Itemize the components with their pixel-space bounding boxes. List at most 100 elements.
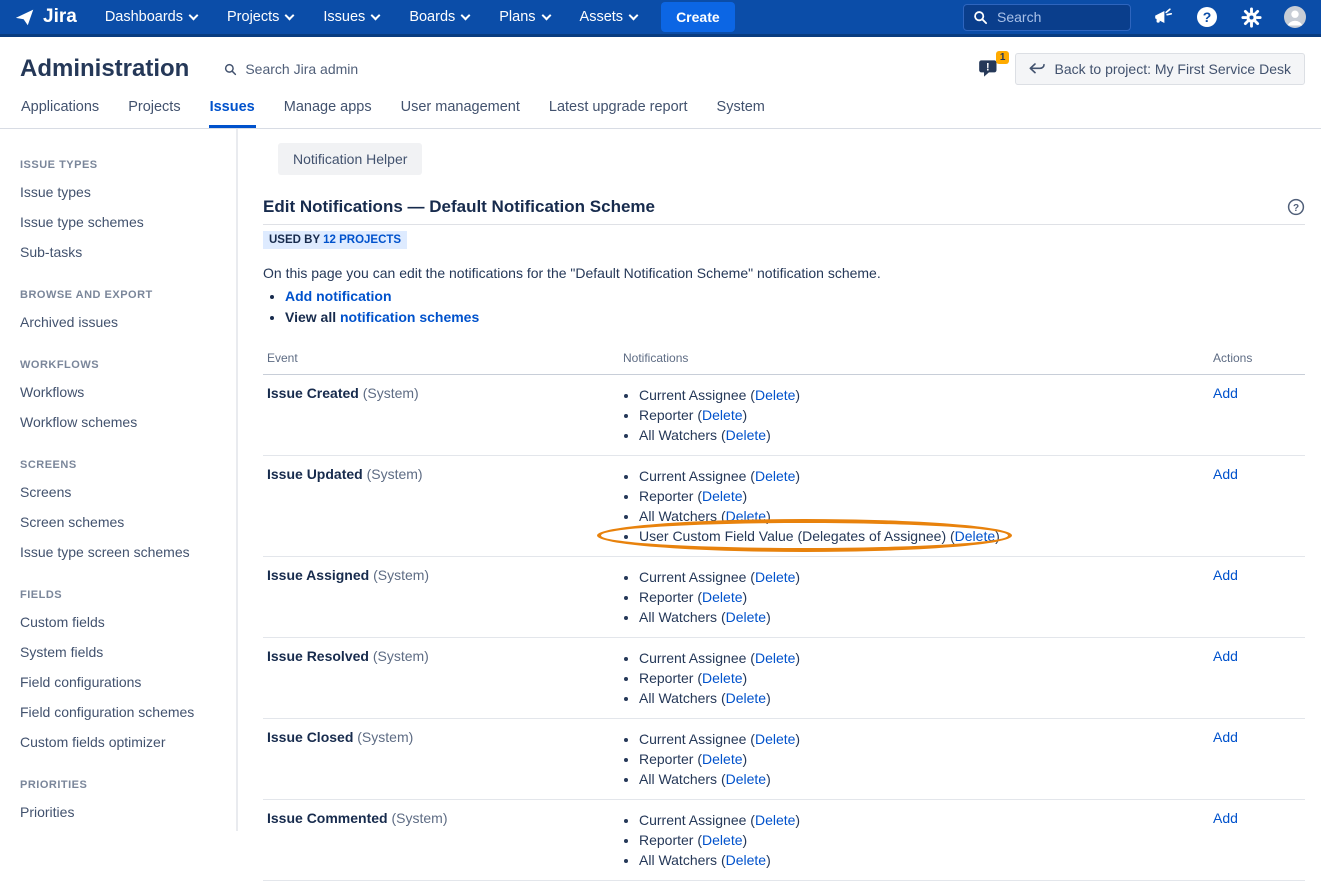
sidebar-item-workflows[interactable]: Workflows: [20, 385, 226, 399]
table-row-issue-created: Issue Created (System)Current Assignee (…: [263, 375, 1305, 456]
megaphone-icon[interactable]: [1151, 5, 1175, 29]
back-to-project-button[interactable]: Back to project: My First Service Desk: [1015, 53, 1305, 85]
notification-schemes-link[interactable]: notification schemes: [340, 309, 479, 325]
title-row: Edit Notifications — Default Notificatio…: [263, 197, 1305, 225]
nav-menu-dashboards[interactable]: Dashboards: [105, 9, 197, 25]
jira-logo[interactable]: Jira: [14, 6, 77, 28]
search-icon: [224, 63, 237, 76]
sidebar-item-field-configurations[interactable]: Field configurations: [20, 675, 226, 689]
sidebar-item-screen-schemes[interactable]: Screen schemes: [20, 515, 226, 529]
notifications-cell: Current Assignee (Delete)Reporter (Delet…: [623, 729, 1213, 789]
notification-item-reporter: Reporter (Delete): [639, 830, 1213, 850]
notification-item-reporter: Reporter (Delete): [639, 668, 1213, 688]
sidebar-item-issue-type-screen-schemes[interactable]: Issue type screen schemes: [20, 545, 226, 559]
event-system-suffix: (System): [369, 567, 429, 583]
sidebar-item-workflow-schemes[interactable]: Workflow schemes: [20, 415, 226, 429]
admin-search[interactable]: [224, 60, 393, 78]
notification-close-paren: ): [743, 488, 748, 504]
delete-link[interactable]: Delete: [755, 468, 795, 484]
sidebar-item-archived-issues[interactable]: Archived issues: [20, 315, 226, 329]
notification-name: All Watchers (: [639, 852, 726, 868]
admin-search-input[interactable]: [243, 60, 393, 78]
notification-close-paren: ): [795, 569, 800, 585]
notification-name: All Watchers (: [639, 427, 726, 443]
used-by-projects-link[interactable]: 12 PROJECTS: [323, 234, 401, 246]
delete-link[interactable]: Delete: [702, 589, 742, 605]
delete-link[interactable]: Delete: [755, 387, 795, 403]
sidebar-item-system-fields[interactable]: System fields: [20, 645, 226, 659]
notification-close-paren: ): [766, 852, 771, 868]
sidebar-section-browse-and-export: BROWSE AND EXPORT Archived issues: [20, 289, 226, 329]
create-button[interactable]: Create: [661, 2, 735, 32]
tab-user-management[interactable]: User management: [400, 99, 521, 128]
delete-link[interactable]: Delete: [726, 508, 766, 524]
sidebar-section-title: BROWSE AND EXPORT: [20, 289, 226, 301]
delete-link[interactable]: Delete: [702, 488, 742, 504]
delete-link[interactable]: Delete: [702, 407, 742, 423]
nav-menu-projects[interactable]: Projects: [227, 9, 293, 25]
delete-link[interactable]: Delete: [726, 852, 766, 868]
gear-icon[interactable]: [1239, 5, 1263, 29]
notification-close-paren: ): [795, 650, 800, 666]
nav-menu-label: Projects: [227, 9, 279, 25]
nav-menu-boards[interactable]: Boards: [409, 9, 469, 25]
notification-helper-button[interactable]: Notification Helper: [278, 143, 422, 175]
delete-link[interactable]: Delete: [755, 650, 795, 666]
sidebar-item-priorities[interactable]: Priorities: [20, 805, 226, 819]
delete-link[interactable]: Delete: [726, 609, 766, 625]
jira-logo-text: Jira: [43, 6, 77, 28]
used-by-badge: USED BY 12 PROJECTS: [263, 231, 407, 249]
sidebar-section-screens: SCREENSScreensScreen schemesIssue type s…: [20, 459, 226, 559]
tab-projects[interactable]: Projects: [127, 99, 181, 128]
add-link[interactable]: Add: [1213, 648, 1238, 664]
navbar-search-input[interactable]: [995, 8, 1105, 26]
sidebar-item-sub-tasks[interactable]: Sub-tasks: [20, 245, 226, 259]
notification-item-all-watchers: All Watchers (Delete): [639, 850, 1213, 870]
tab-manage-apps[interactable]: Manage apps: [283, 99, 373, 128]
sidebar-item-issue-type-schemes[interactable]: Issue type schemes: [20, 215, 226, 229]
delete-link[interactable]: Delete: [726, 771, 766, 787]
sidebar-item-custom-fields-optimizer[interactable]: Custom fields optimizer: [20, 735, 226, 749]
question-circle-icon[interactable]: ?: [1287, 198, 1305, 216]
delete-link[interactable]: Delete: [702, 751, 742, 767]
sidebar-item-issue-types[interactable]: Issue types: [20, 185, 226, 199]
nav-menus: Dashboards Projects Issues Boards Plans Asset…: [105, 9, 637, 25]
delete-link[interactable]: Delete: [726, 427, 766, 443]
add-link[interactable]: Add: [1213, 567, 1238, 583]
nav-menu-assets[interactable]: Assets: [580, 9, 638, 25]
add-link[interactable]: Add: [1213, 466, 1238, 482]
tab-latest-upgrade-report[interactable]: Latest upgrade report: [548, 99, 689, 128]
delete-link[interactable]: Delete: [755, 731, 795, 747]
delete-link[interactable]: Delete: [755, 812, 795, 828]
scheme-action-list: Add notification View all notification s…: [263, 288, 1305, 325]
feedback-bubble-icon[interactable]: ! 1: [977, 55, 1007, 83]
sidebar-section-issue-types: ISSUE TYPESIssue typesIssue type schemes…: [20, 159, 226, 259]
actions-cell: Add: [1213, 729, 1305, 789]
notification-close-paren: ): [766, 690, 771, 706]
add-notification-link[interactable]: Add notification: [285, 288, 392, 304]
avatar[interactable]: [1283, 5, 1307, 29]
navbar-search[interactable]: [963, 4, 1131, 31]
add-link[interactable]: Add: [1213, 810, 1238, 826]
add-link[interactable]: Add: [1213, 385, 1238, 401]
notification-item-current-assignee: Current Assignee (Delete): [639, 466, 1213, 486]
tab-issues[interactable]: Issues: [209, 99, 256, 128]
tab-applications[interactable]: Applications: [20, 99, 100, 128]
add-link[interactable]: Add: [1213, 729, 1238, 745]
sidebar-item-custom-fields[interactable]: Custom fields: [20, 615, 226, 629]
sidebar-item-screens[interactable]: Screens: [20, 485, 226, 499]
nav-menu-issues[interactable]: Issues: [323, 9, 379, 25]
delete-link[interactable]: Delete: [702, 670, 742, 686]
delete-link[interactable]: Delete: [755, 569, 795, 585]
tab-system[interactable]: System: [716, 99, 766, 128]
delete-link[interactable]: Delete: [726, 690, 766, 706]
admin-header-right: ! 1 Back to project: My First Service De…: [977, 53, 1305, 85]
help-icon[interactable]: ?: [1195, 5, 1219, 29]
notification-item-all-watchers: All Watchers (Delete): [639, 607, 1213, 627]
sidebar-section-title: PRIORITIES: [20, 779, 226, 791]
actions-cell: Add: [1213, 810, 1305, 870]
sidebar-item-field-configuration-schemes[interactable]: Field configuration schemes: [20, 705, 226, 719]
nav-menu-plans[interactable]: Plans: [499, 9, 549, 25]
notification-close-paren: ): [743, 670, 748, 686]
delete-link[interactable]: Delete: [955, 528, 995, 544]
